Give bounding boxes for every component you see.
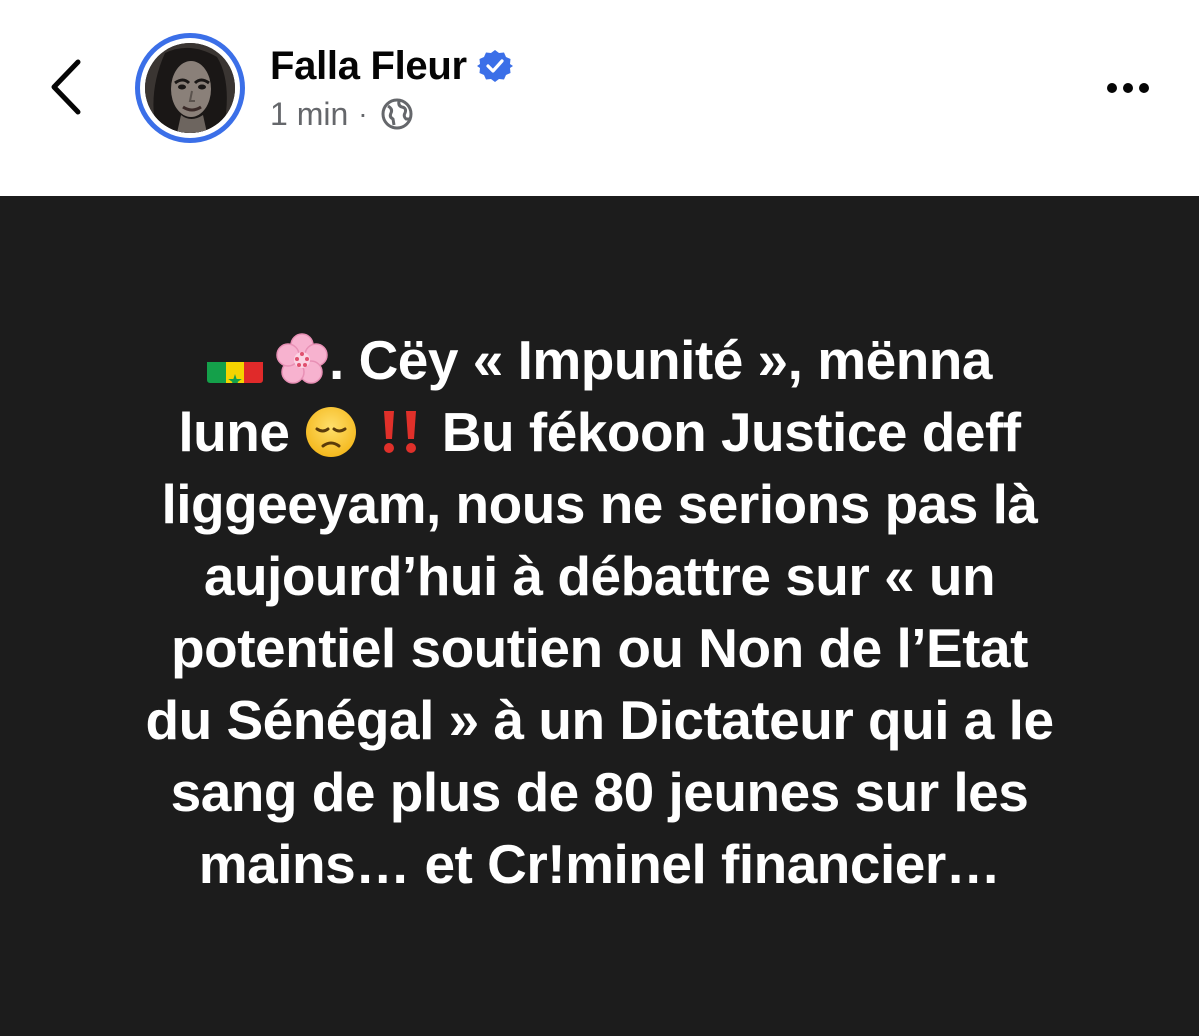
ellipsis-icon [1107,83,1149,93]
disappointed-face-emoji [304,404,358,458]
avatar[interactable] [135,33,245,143]
post-content-area: . Cëy « Impunité », mënna lune Bu fékoon… [0,196,1199,1036]
post-timestamp[interactable]: 1 min [270,96,348,133]
chevron-left-icon [51,59,81,115]
post-text-segment: lune [178,401,305,463]
post-text: . Cëy « Impunité », mënna lune Bu fékoon… [60,324,1139,900]
author-name[interactable]: Falla Fleur [270,44,467,89]
globe-icon[interactable] [380,97,414,131]
more-options-button[interactable] [1100,68,1164,108]
post-meta: 1 min · [270,92,414,136]
meta-separator: · [358,98,368,129]
cherry-blossom-emoji [275,332,329,386]
post-text-line-4: aujourd’hui à débattre sur « un [203,545,996,607]
post-text-segment: . Cëy « Impunité », mënna [329,329,992,391]
post-text-line-7: sang de plus de 80 jeunes sur les [170,761,1029,823]
back-button[interactable] [38,50,98,124]
avatar-image [145,43,235,133]
post-text-line-3: liggeeyam, nous ne serions pas là [161,473,1038,535]
post-text-segment: Bu fékoon Justice deff [427,401,1021,463]
post-text-line-2: lune Bu fékoon Justice deff [60,396,1139,468]
post-text-line-5: potentiel soutien ou Non de l’Etat [171,617,1028,679]
verified-badge-icon [476,48,513,84]
post-header: Falla Fleur 1 min · [0,0,1199,196]
post-text-line-1: . Cëy « Impunité », mënna [60,324,1139,396]
post-text-line-6: du Sénégal » à un Dictateur qui a le [145,689,1054,751]
post-text-line-8: mains… et Cr!minel financier… [198,833,1001,895]
senegal-flag-emoji [207,345,264,383]
author-row: Falla Fleur [270,40,513,92]
double-exclamation-emoji [373,404,427,458]
